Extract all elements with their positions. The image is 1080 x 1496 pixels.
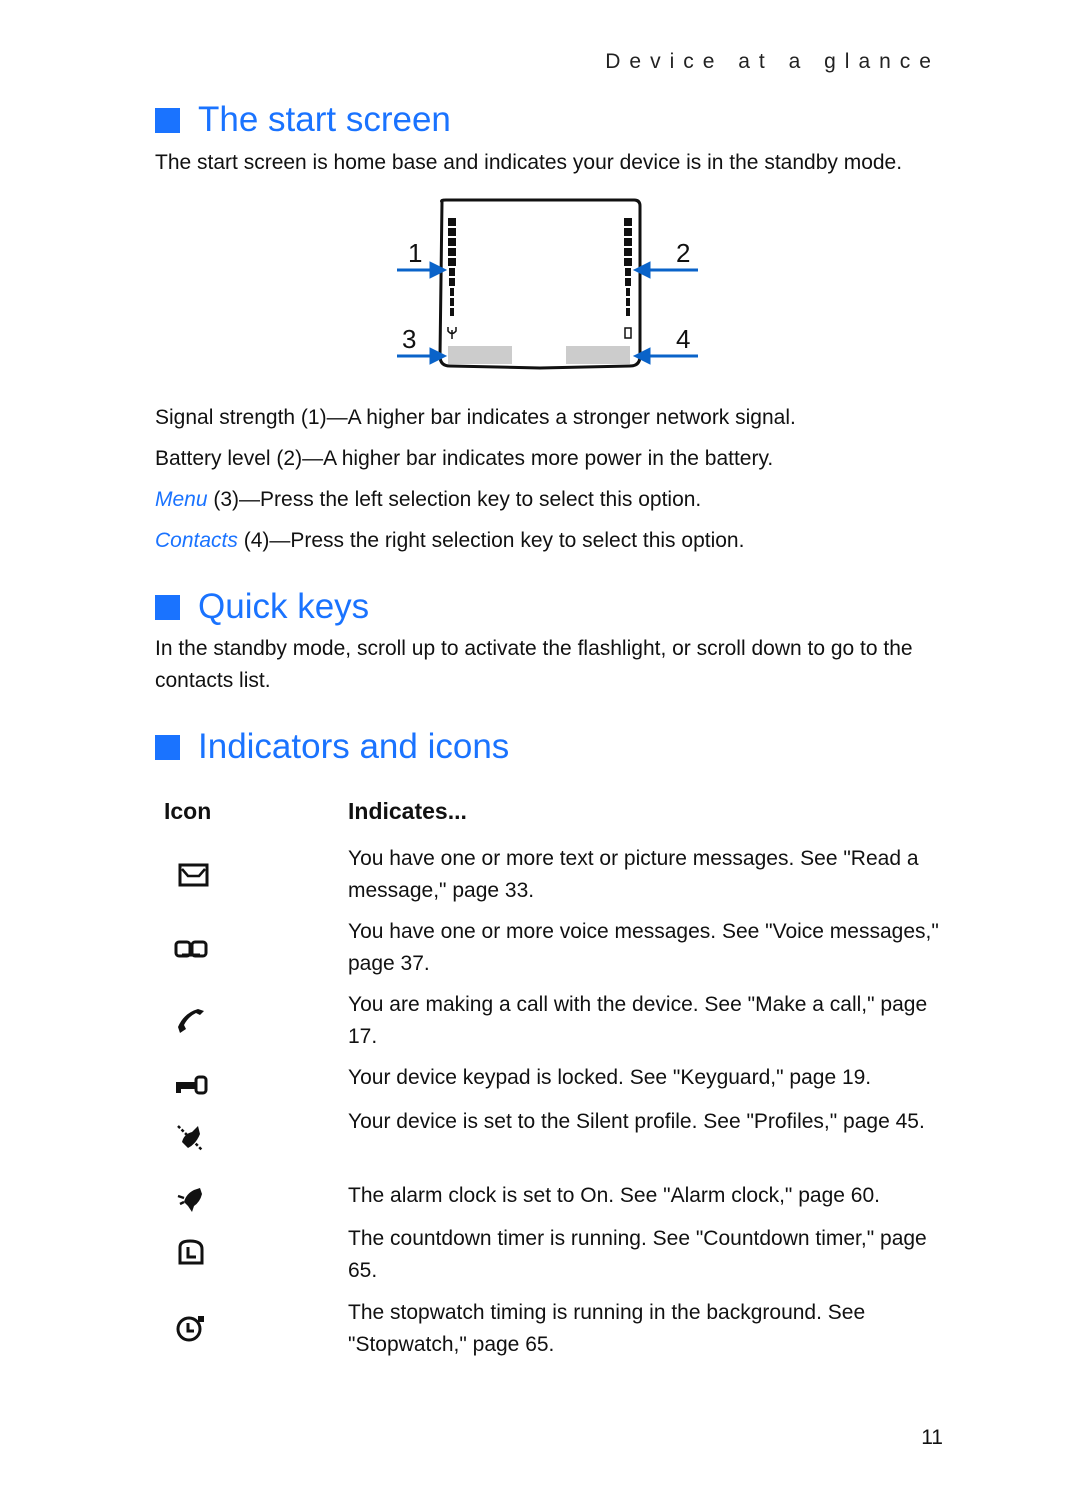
callout-1: 1: [408, 238, 422, 268]
section-title-text: The start screen: [198, 100, 451, 139]
section-title-text: Quick keys: [198, 587, 370, 626]
callout-2: 2: [676, 238, 690, 268]
row-description: The countdown timer is running. See "Cou…: [348, 1227, 927, 1282]
start-screen-diagram: 1 2 3 4: [397, 198, 698, 370]
desc-signal-strength: Signal strength (1)—A higher bar indicat…: [155, 402, 935, 434]
voicemail-icon: [174, 940, 208, 958]
desc-menu: Menu (3)—Press the left selection key to…: [155, 484, 935, 516]
stopwatch-icon: [176, 1316, 204, 1342]
contacts-link: Contacts: [155, 529, 238, 552]
row-description: You have one or more text or picture mes…: [348, 847, 919, 902]
section-bullet-icon: [155, 734, 180, 760]
callout-4: 4: [676, 324, 690, 354]
desc-rest: (1)—A higher bar indicates a stronger ne…: [295, 406, 796, 429]
desc-lead: Battery level: [155, 447, 271, 470]
desc-rest: (4)—Press the right selection key to sel…: [237, 529, 745, 552]
phone-handset-icon: [178, 1009, 204, 1033]
section-title-start-screen: The start screen: [155, 100, 451, 140]
screen-frame: [438, 198, 642, 370]
row-description: You are making a call with the device. S…: [348, 993, 928, 1048]
section-title-quick-keys: Quick keys: [155, 587, 369, 627]
desc-rest: (3)—Press the left selection key to sele…: [207, 488, 702, 511]
desc-rest: (2)—A higher bar indicates more power in…: [270, 447, 774, 470]
row-description: The stopwatch timing is running in the b…: [348, 1301, 866, 1356]
battery-icon: [624, 327, 632, 339]
menu-link: Menu: [155, 488, 208, 511]
desc-contacts: Contacts (4)—Press the right selection k…: [155, 525, 935, 557]
section-bullet-icon: [155, 107, 180, 133]
row-description: The alarm clock is set to On. See "Alarm…: [348, 1184, 880, 1207]
section-bullet-icon: [155, 594, 180, 620]
callout-3: 3: [402, 324, 416, 354]
row-description: Your device is set to the Silent profile…: [348, 1110, 925, 1133]
running-head: Device at a glance: [605, 50, 940, 73]
key-icon: [176, 1075, 208, 1095]
quick-keys-body: In the standby mode, scroll up to activa…: [155, 637, 913, 692]
signal-strength-bar: [448, 218, 456, 316]
desc-battery-level: Battery level (2)—A higher bar indicates…: [155, 443, 935, 475]
section-title-text: Indicators and icons: [198, 727, 510, 766]
column-header-indicates: Indicates...: [348, 798, 467, 824]
left-softkey-area: [448, 346, 512, 364]
envelope-icon: [178, 863, 209, 887]
countdown-timer-icon: [178, 1239, 204, 1265]
start-screen-intro: The start screen is home base and indica…: [155, 151, 903, 174]
desc-lead: Signal strength: [155, 406, 296, 429]
battery-level-bar: [624, 218, 632, 316]
row-description: You have one or more voice messages. See…: [348, 920, 939, 975]
antenna-icon: [447, 327, 457, 339]
section-title-indicators: Indicators and icons: [155, 727, 509, 767]
page-number: 11: [921, 1426, 943, 1449]
column-header-icon: Icon: [164, 798, 212, 824]
alarm-bell-icon: [177, 1188, 202, 1212]
silent-bell-icon: [177, 1125, 203, 1151]
row-description: Your device keypad is locked. See "Keygu…: [348, 1066, 872, 1089]
right-softkey-area: [566, 346, 630, 364]
